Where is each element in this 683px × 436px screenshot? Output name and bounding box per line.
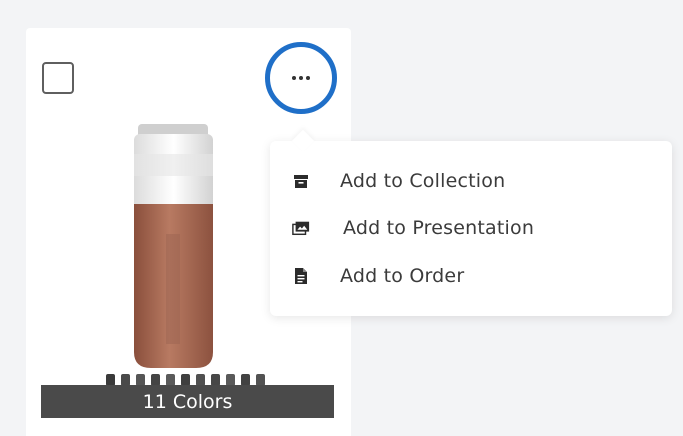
page: 11 Colors Add to Collection Add to Prese… (0, 0, 683, 436)
more-horizontal-icon (292, 76, 310, 80)
menu-item-label: Add to Collection (340, 170, 506, 192)
images-icon (292, 219, 310, 237)
colors-count-bar: 11 Colors (41, 385, 334, 418)
select-checkbox[interactable] (42, 62, 74, 94)
menu-item-add-to-order[interactable]: Add to Order (292, 261, 464, 291)
more-options-button[interactable] (265, 42, 337, 114)
menu-item-add-to-collection[interactable]: Add to Collection (292, 166, 505, 196)
menu-item-label: Add to Presentation (343, 217, 535, 239)
menu-item-add-to-presentation[interactable]: Add to Presentation (292, 213, 534, 243)
menu-item-label: Add to Order (340, 265, 465, 287)
product-image (134, 124, 213, 368)
actions-menu: Add to Collection Add to Presentation Ad… (270, 141, 672, 316)
colors-count-label: 11 Colors (142, 390, 233, 413)
document-icon (292, 267, 310, 285)
archive-box-icon (292, 172, 310, 190)
